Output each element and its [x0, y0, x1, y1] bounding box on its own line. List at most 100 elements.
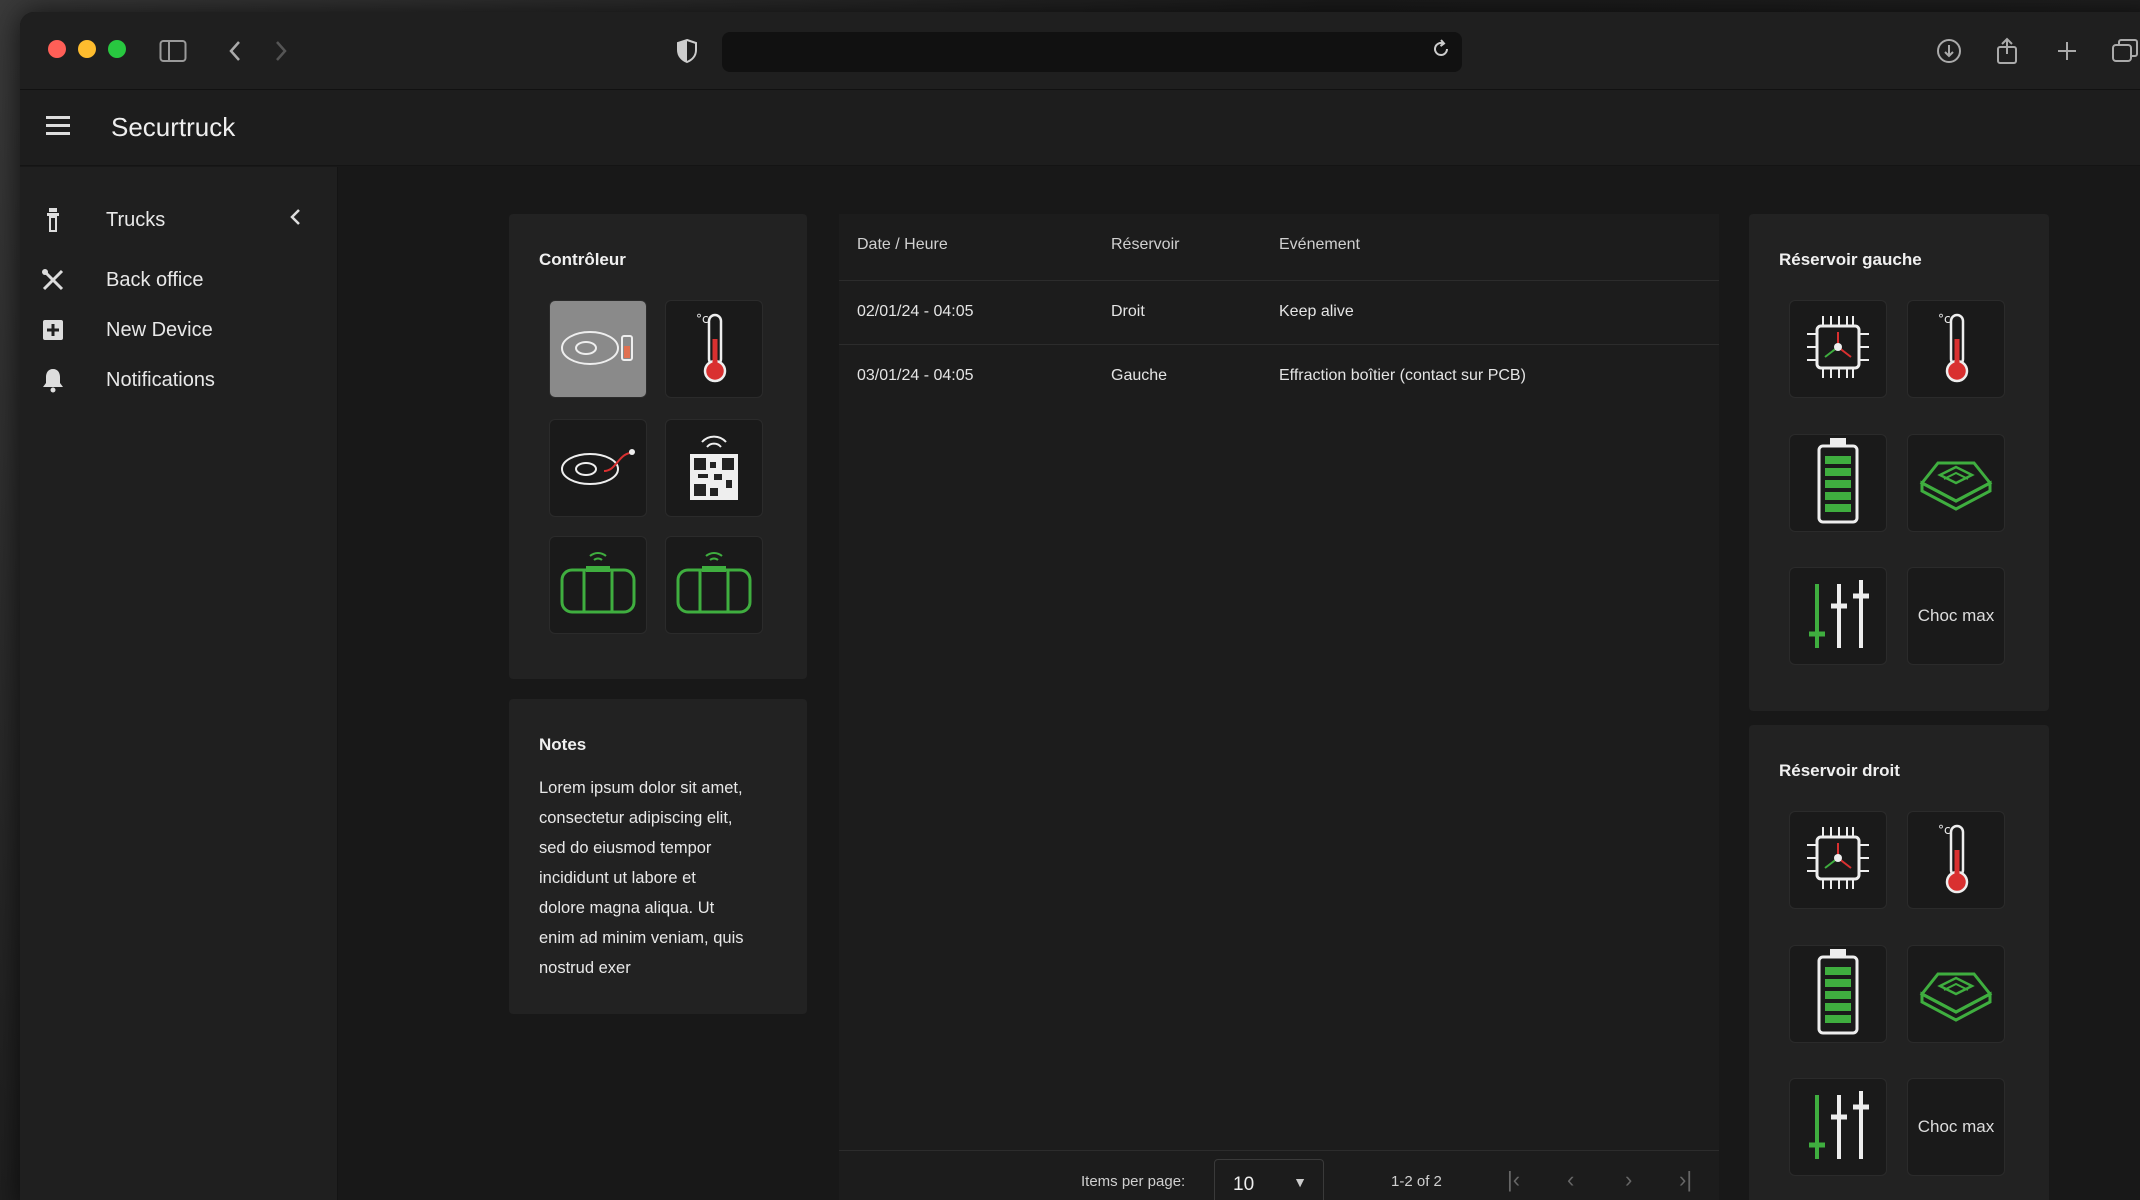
add-box-icon: [38, 315, 68, 345]
tank-left-card: Réservoir gauche °c Choc max: [1749, 214, 2049, 711]
truck-icon: [38, 205, 68, 235]
chevron-left-icon[interactable]: [288, 206, 302, 234]
notes-line: enim ad minim veniam, quis: [539, 929, 744, 947]
notes-line: sed do eiusmod tempor: [539, 839, 712, 857]
battery-icon: [1815, 436, 1861, 531]
browser-toolbar: [20, 12, 2140, 90]
sidebar-item-label: Notifications: [106, 368, 215, 391]
minimize-window-button[interactable]: [78, 40, 96, 58]
controller-qr-tile[interactable]: [665, 419, 763, 517]
column-header-event[interactable]: Evénement: [1279, 236, 1360, 254]
notes-line: incididunt ut labore et: [539, 869, 696, 887]
level-sensor-icon: [1916, 960, 1996, 1029]
thermometer-icon: °c: [694, 309, 734, 390]
url-bar[interactable]: [722, 32, 1462, 72]
controller-seal-tile[interactable]: [549, 300, 647, 398]
tank-left-sliders-tile[interactable]: [1789, 567, 1887, 665]
tank-left-title: Réservoir gauche: [1779, 250, 1922, 269]
menu-icon[interactable]: [46, 116, 70, 140]
bell-icon: [38, 365, 68, 395]
tank-right-choc-max-tile[interactable]: Choc max: [1907, 1078, 2005, 1176]
tank-right-temperature-tile[interactable]: °c: [1907, 811, 2005, 909]
column-header-tank[interactable]: Réservoir: [1111, 236, 1179, 254]
page-range: 1-2 of 2: [1391, 1173, 1442, 1190]
seal-cable-icon: [556, 441, 640, 496]
table-cell-tank: Gauche: [1111, 367, 1168, 384]
tank-left-controller-tile[interactable]: [1789, 300, 1887, 398]
new-tab-icon[interactable]: [2050, 34, 2084, 68]
controller-card: Contrôleur °c: [509, 214, 807, 679]
chip-icon: [1803, 312, 1873, 387]
shield-icon[interactable]: [670, 34, 704, 68]
sidebar-item-trucks[interactable]: Trucks: [20, 197, 338, 243]
tank-left-level-tile[interactable]: [1907, 434, 2005, 532]
sidebar-item-back-office[interactable]: Back office: [20, 257, 338, 303]
choc-max-label: Choc max: [1917, 1117, 1995, 1136]
svg-text:°c: °c: [696, 312, 709, 326]
table-row[interactable]: 02/01/24 - 04:05 Droit Keep alive: [839, 280, 1719, 344]
sidebar-icon[interactable]: [156, 34, 190, 68]
sidebar-item-new-device[interactable]: New Device: [20, 307, 338, 353]
svg-text:°c: °c: [1938, 823, 1951, 837]
next-page-icon[interactable]: ›: [1625, 1167, 1632, 1193]
tank-right-level-tile[interactable]: [1907, 945, 2005, 1043]
controller-title: Contrôleur: [539, 250, 626, 269]
notes-line: dolore magna aliqua. Ut: [539, 899, 715, 917]
caret-down-icon: ▼: [1293, 1174, 1307, 1190]
sidebar-item-label: Trucks: [106, 208, 166, 231]
svg-text:°c: °c: [1938, 312, 1951, 326]
sliders-icon: [1803, 574, 1873, 659]
tank-left-temperature-tile[interactable]: °c: [1907, 300, 2005, 398]
seal-battery-icon: [556, 322, 640, 377]
table-cell-date: 02/01/24 - 04:05: [857, 303, 974, 320]
table-row[interactable]: 03/01/24 - 04:05 Gauche Effraction boîti…: [839, 344, 1719, 408]
controller-tank-right-tile[interactable]: [665, 536, 763, 634]
choc-max-label: Choc max: [1917, 606, 1995, 625]
reload-icon[interactable]: [1430, 38, 1452, 67]
notes-line: nostrud exer: [539, 959, 631, 977]
chip-icon: [1803, 823, 1873, 898]
share-icon[interactable]: [1990, 34, 2024, 68]
tabs-icon[interactable]: [2108, 34, 2140, 68]
table-cell-event: Effraction boîtier (contact sur PCB): [1279, 367, 1526, 384]
tank-right-title: Réservoir droit: [1779, 761, 1900, 780]
table-paginator: Items per page: 10 ▼ 1-2 of 2 |‹ ‹ › ›|: [839, 1150, 1719, 1200]
notes-card: Notes Lorem ipsum dolor sit amet, consec…: [509, 699, 807, 1014]
close-window-button[interactable]: [48, 40, 66, 58]
items-per-page-select[interactable]: 10 ▼: [1214, 1159, 1324, 1200]
back-icon[interactable]: [218, 34, 252, 68]
tank-wifi-icon: [556, 548, 640, 623]
sliders-icon: [1803, 1085, 1873, 1170]
controller-temperature-tile[interactable]: °c: [665, 300, 763, 398]
qr-wifi-icon: [684, 428, 744, 509]
sidebar-item-notifications[interactable]: Notifications: [20, 357, 338, 403]
notes-text: Lorem ipsum dolor sit amet, consectetur …: [539, 773, 779, 983]
column-header-date[interactable]: Date / Heure: [857, 236, 948, 254]
controller-tank-left-tile[interactable]: [549, 536, 647, 634]
tank-right-battery-tile[interactable]: [1789, 945, 1887, 1043]
table-cell-event: Keep alive: [1279, 303, 1354, 320]
notes-line: consectetur adipiscing elit,: [539, 809, 733, 827]
sidebar-item-label: Back office: [106, 268, 204, 291]
maximize-window-button[interactable]: [108, 40, 126, 58]
level-sensor-icon: [1916, 449, 1996, 518]
previous-page-icon[interactable]: ‹: [1567, 1167, 1574, 1193]
download-icon[interactable]: [1932, 34, 1966, 68]
thermometer-icon: °c: [1936, 820, 1976, 901]
tank-right-controller-tile[interactable]: [1789, 811, 1887, 909]
tank-wifi-icon: [672, 548, 756, 623]
tank-left-choc-max-tile[interactable]: Choc max: [1907, 567, 2005, 665]
sidebar-item-label: New Device: [106, 318, 213, 341]
tank-right-sliders-tile[interactable]: [1789, 1078, 1887, 1176]
events-table: Date / Heure Réservoir Evénement 02/01/2…: [839, 214, 1719, 1200]
main-content: Contrôleur °c Notes Lorem ipsum dolor si…: [339, 167, 2140, 1200]
first-page-icon[interactable]: |‹: [1507, 1167, 1520, 1193]
tank-left-battery-tile[interactable]: [1789, 434, 1887, 532]
forward-icon[interactable]: [264, 34, 298, 68]
notes-line: Lorem ipsum dolor sit amet,: [539, 779, 743, 797]
last-page-icon[interactable]: ›|: [1679, 1167, 1692, 1193]
controller-seal-cable-tile[interactable]: [549, 419, 647, 517]
battery-icon: [1815, 947, 1861, 1042]
table-cell-tank: Droit: [1111, 303, 1145, 320]
items-per-page-label: Items per page:: [1081, 1173, 1186, 1190]
